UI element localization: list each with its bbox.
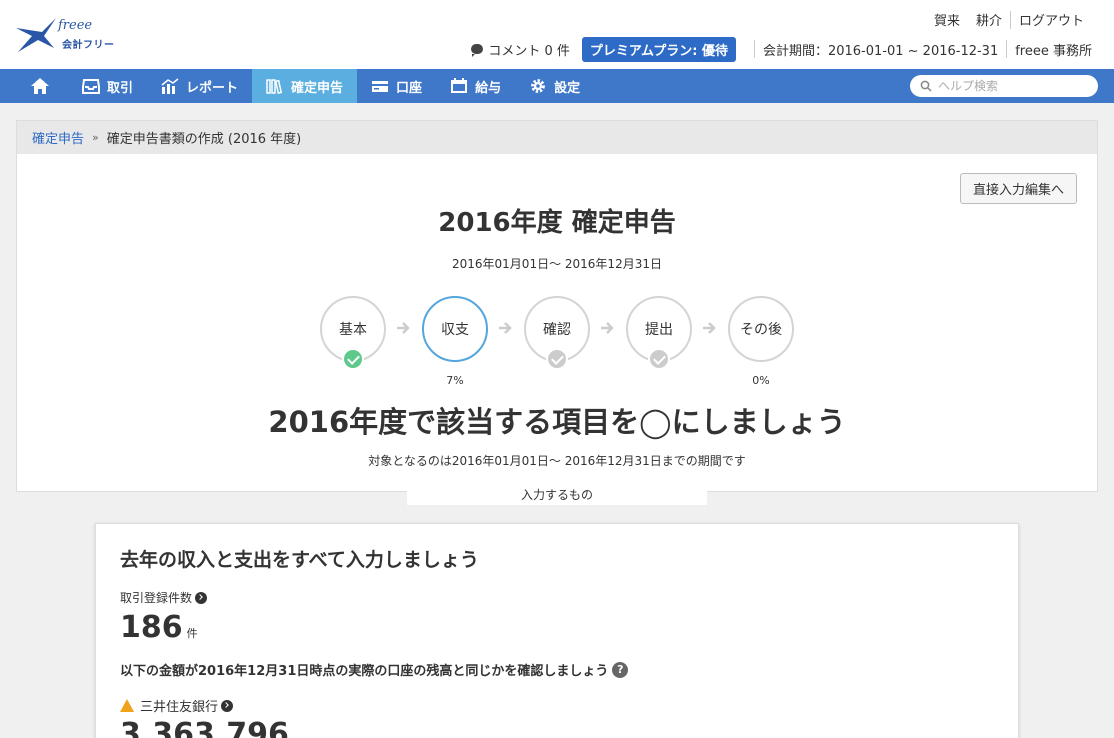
target-period-note: 対象となるのは2016年01月01日〜 2016年12月31日までの期間です — [368, 454, 746, 468]
logout-link[interactable]: ログアウト — [1011, 10, 1092, 29]
progress-steps: 基本 収支 7% 確認 提出 その後 0% — [320, 296, 800, 387]
transaction-count-link[interactable]: 取引登録件数 — [120, 589, 208, 606]
check-icon — [342, 348, 364, 370]
brand-name: freee — [58, 18, 93, 33]
transaction-count: 186 件 — [120, 610, 198, 645]
divider — [753, 40, 755, 58]
main-nav: 取引 レポート 確定申告 口座 給与 設定 — [0, 69, 1114, 103]
step-income-expense-label: 収支 — [441, 322, 469, 338]
search-icon — [920, 80, 932, 92]
tax-return-panel: 直接入力編集へ 2016年度 確定申告 2016年01月01日〜 2016年12… — [16, 154, 1098, 492]
arrow-right-icon — [703, 322, 716, 334]
step-after-progress: 0% — [752, 374, 770, 387]
gear-icon — [531, 79, 545, 93]
inbox-icon — [82, 79, 100, 94]
arrow-circle-icon — [221, 699, 234, 712]
step-income-expense-progress: 7% — [446, 374, 464, 387]
transaction-count-value: 186 — [120, 610, 183, 645]
calendar-icon — [451, 78, 468, 93]
section-label: 入力するもの — [407, 484, 707, 505]
nav-tax-return[interactable]: 確定申告 — [252, 69, 358, 103]
top-header: freee 会計フリー 賀来 耕介 ログアウト コメント 0 件 プレミアムプラ… — [0, 0, 1114, 69]
account-info: コメント 0 件 プレミアムプラン: 優待 会計期間：2016-01-01 ~ … — [471, 36, 1092, 62]
transaction-count-label: 取引登録件数 — [120, 591, 193, 605]
breadcrumb: 確定申告 » 確定申告書類の作成 (2016 年度) — [16, 120, 1098, 154]
nav-tax-return-label: 確定申告 — [291, 80, 344, 96]
nav-reports-label: レポート — [186, 80, 239, 96]
credit-card-icon — [372, 81, 389, 92]
nav-transactions[interactable]: 取引 — [68, 69, 147, 103]
books-icon — [266, 79, 283, 94]
user-first-name[interactable]: 耕介 — [968, 10, 1010, 29]
check-icon — [546, 348, 568, 370]
premium-plan-badge[interactable]: プレミアムプラン: 優待 — [581, 36, 736, 62]
breadcrumb-tax-return-link[interactable]: 確定申告 — [32, 128, 84, 147]
fiscal-period[interactable]: 会計期間：2016-01-01 ~ 2016-12-31 — [763, 40, 998, 59]
user-last-name[interactable]: 賀来 — [926, 10, 968, 29]
step-after-label: その後 — [740, 322, 782, 338]
warning-icon — [120, 699, 134, 712]
office-name[interactable]: freee 事務所 — [1015, 40, 1092, 59]
tax-period: 2016年01月01日〜 2016年12月31日 — [452, 257, 662, 271]
home-icon — [31, 78, 49, 94]
nav-transactions-label: 取引 — [107, 80, 134, 96]
balance-check-text: 以下の金額が2016年12月31日時点の実際の口座の残高と同じかを確認しましょう — [120, 664, 609, 679]
bank-account-link[interactable]: 三井住友銀行 — [120, 696, 234, 715]
income-expense-card: 去年の収入と支出をすべて入力しましょう 取引登録件数 186 件 以下の金額が20… — [95, 523, 1019, 738]
arrow-right-icon — [397, 322, 410, 334]
help-search[interactable] — [910, 75, 1098, 97]
arrow-right-icon — [499, 322, 512, 334]
divider — [1006, 40, 1008, 58]
chart-icon — [161, 78, 179, 94]
comment-icon — [471, 44, 484, 57]
bank-balance: 3,363,796 — [120, 717, 289, 738]
freee-logo[interactable]: freee 会計フリー — [14, 14, 134, 56]
step-basic-label: 基本 — [339, 322, 367, 338]
step-submit-label: 提出 — [645, 322, 673, 338]
section-heading: 2016年度で該当する項目を◯にしましょう — [268, 405, 846, 439]
brand-subtitle: 会計フリー — [62, 40, 115, 51]
step-confirm-label: 確認 — [543, 322, 571, 338]
transaction-count-unit: 件 — [186, 627, 198, 640]
breadcrumb-current: 確定申告書類の作成 (2016 年度) — [106, 132, 302, 147]
comment-count: コメント 0 件 — [488, 43, 570, 59]
arrow-circle-icon — [195, 591, 208, 604]
balance-check-note: 以下の金額が2016年12月31日時点の実際の口座の残高と同じかを確認しましょう… — [120, 660, 629, 679]
bank-name: 三井住友銀行 — [140, 700, 219, 715]
check-icon — [648, 348, 670, 370]
nav-settings[interactable]: 設定 — [515, 69, 594, 103]
nav-payroll[interactable]: 給与 — [436, 69, 515, 103]
nav-payroll-label: 給与 — [475, 80, 502, 96]
nav-accounts-label: 口座 — [396, 80, 423, 96]
nav-accounts[interactable]: 口座 — [357, 69, 436, 103]
direct-edit-button[interactable]: 直接入力編集へ — [959, 173, 1077, 204]
step-after[interactable]: その後 — [728, 296, 794, 362]
step-income-expense[interactable]: 収支 — [422, 296, 488, 362]
nav-settings-label: 設定 — [554, 80, 581, 96]
comment-link[interactable]: コメント 0 件 — [471, 40, 570, 59]
nav-home[interactable] — [0, 69, 68, 103]
swallow-icon — [16, 18, 56, 52]
help-search-input[interactable] — [938, 79, 1088, 93]
breadcrumb-separator: » — [92, 131, 99, 144]
page-title: 2016年度 確定申告 — [438, 208, 676, 238]
help-icon[interactable]: ? — [612, 661, 629, 678]
arrow-right-icon — [601, 322, 614, 334]
nav-reports[interactable]: レポート — [147, 69, 252, 103]
user-links: 賀来 耕介 ログアウト — [926, 10, 1092, 29]
card-title: 去年の収入と支出をすべて入力しましょう — [120, 549, 479, 571]
